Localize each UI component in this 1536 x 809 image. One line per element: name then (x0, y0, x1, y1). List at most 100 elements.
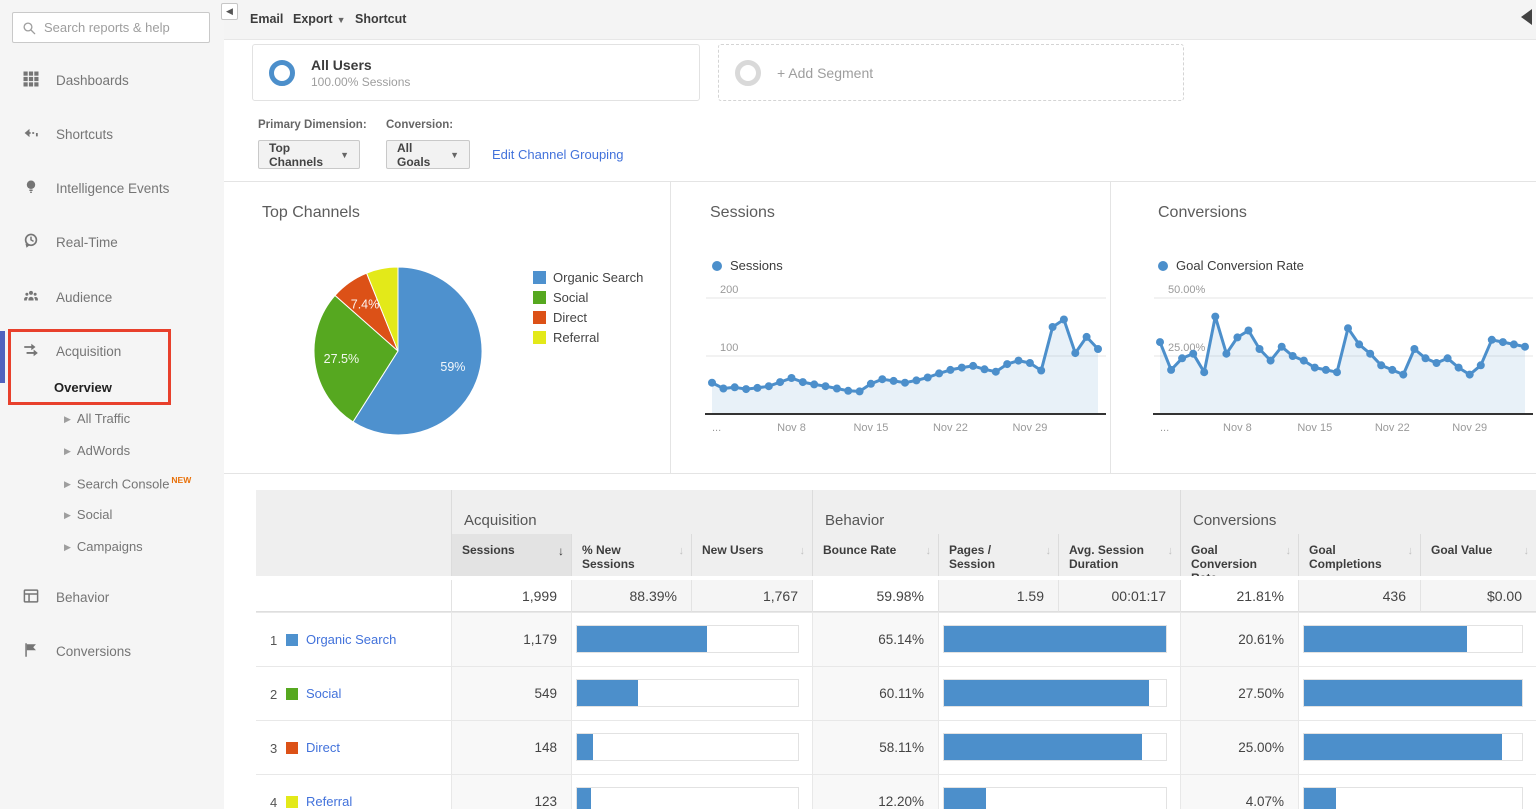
email-button[interactable]: Email (250, 12, 283, 26)
panel-collapse-arrow-icon[interactable] (1521, 9, 1532, 25)
sidebar-item-audience[interactable]: Audience (0, 283, 224, 311)
sort-inactive-icon: ↓ (1046, 544, 1052, 558)
bar-fill (944, 788, 986, 809)
sidebar-item-label: Dashboards (56, 73, 129, 88)
sidebar-subitem-campaigns[interactable]: ▶Campaigns (64, 539, 214, 557)
sidebar-item-behavior[interactable]: Behavior (0, 583, 224, 611)
table-row-label: 2 Social (256, 666, 451, 720)
column-header-sessions[interactable]: Sessions↓ (451, 534, 571, 576)
sort-inactive-icon: ↓ (1286, 544, 1292, 558)
search-box[interactable] (12, 12, 210, 43)
metric-cell: 1,179 (451, 612, 571, 666)
search-icon (21, 20, 37, 36)
sidebar-item-conversions[interactable]: Conversions (0, 637, 224, 665)
export-button[interactable]: Export▼ (293, 12, 346, 26)
column-header-avg-session-duration[interactable]: Avg. Session Duration↓ (1058, 534, 1180, 576)
bar-cell (938, 720, 1180, 774)
sort-inactive-icon: ↓ (1168, 544, 1174, 558)
svg-text:Nov 8: Nov 8 (777, 422, 806, 434)
layout-icon (22, 587, 42, 607)
row-rank: 2 (270, 687, 277, 702)
channels-data-table: AcquisitionBehaviorConversionsSessions↓%… (256, 490, 1536, 809)
analytics-app: Dashboards Shortcuts Intelligence Events Re… (0, 0, 1536, 809)
sidebar-item-acquisition[interactable]: Acquisition (0, 337, 224, 365)
edit-channel-grouping-link[interactable]: Edit Channel Grouping (492, 147, 624, 162)
search-input[interactable] (44, 20, 204, 35)
bar-cell (938, 666, 1180, 720)
expand-triangle-icon: ▶ (64, 414, 71, 424)
totals-cell: $0.00 (1420, 580, 1536, 612)
metric-cell: 148 (451, 720, 571, 774)
column-header-goal-completions[interactable]: Goal Completions↓ (1298, 534, 1420, 576)
sidebar-item-dashboards[interactable]: Dashboards (0, 66, 224, 94)
channel-link[interactable]: Direct (306, 740, 340, 755)
bar-cell (938, 612, 1180, 666)
table-row-label: 4Referral (256, 774, 451, 809)
people-icon (22, 287, 42, 307)
column-header-bounce-rate[interactable]: Bounce Rate↓ (812, 534, 938, 576)
caret-down-icon: ▼ (340, 150, 349, 160)
primary-dimension-dropdown[interactable]: Top Channels▼ (258, 140, 360, 169)
new-badge: NEW (171, 475, 191, 485)
channel-link[interactable]: Referral (306, 794, 352, 809)
svg-text:...: ... (1160, 422, 1169, 434)
expand-triangle-icon: ▶ (64, 542, 71, 552)
sidebar-item-label: Behavior (56, 590, 109, 605)
table-row-label: 1Organic Search (256, 612, 451, 666)
sidebar-subitem-all-traffic[interactable]: ▶All Traffic (64, 411, 214, 429)
column-header-pages-session[interactable]: Pages / Session↓ (938, 534, 1058, 576)
pie-legend-item: Referral (533, 327, 643, 347)
sessions-chart-title: Sessions (710, 204, 775, 222)
column-header-new-users[interactable]: New Users↓ (691, 534, 812, 576)
conversion-dropdown[interactable]: All Goals▼ (386, 140, 470, 169)
sidebar-collapse-button[interactable]: ◀ (221, 3, 238, 20)
expand-triangle-icon: ▶ (64, 510, 71, 520)
conversion-label: Conversion: (386, 119, 453, 131)
sidebar-item-real-time[interactable]: Real-Time (0, 228, 224, 256)
sidebar-item-intelligence-events[interactable]: Intelligence Events (0, 174, 224, 202)
top-channels-pie-chart: 59%27.5%7.4% (310, 263, 486, 439)
svg-text:Nov 15: Nov 15 (853, 422, 888, 434)
conversions-chart-title: Conversions (1158, 204, 1247, 222)
bar-fill (944, 680, 1149, 706)
column-header--new-sessions[interactable]: % New Sessions↓ (571, 534, 691, 576)
totals-row-label (256, 580, 451, 612)
sidebar-subitem-search-console[interactable]: ▶Search ConsoleNEW (64, 475, 214, 493)
expand-triangle-icon: ▶ (64, 479, 71, 489)
bar-track (943, 787, 1167, 809)
column-header-goal-conversion-rate[interactable]: Goal Conversion Rate↓ (1180, 534, 1298, 576)
sidebar-item-shortcuts[interactable]: Shortcuts (0, 120, 224, 148)
channel-link[interactable]: Organic Search (306, 632, 396, 647)
column-group-conversions: Conversions (1180, 490, 1536, 534)
pie-legend-item: Direct (533, 307, 643, 327)
sidebar-item-label: Conversions (56, 644, 131, 659)
metric-cell: 12.20% (812, 774, 938, 809)
bar-fill (577, 788, 591, 809)
segment-subtitle: 100.00% Sessions (311, 75, 410, 89)
bar-cell (1298, 612, 1536, 666)
svg-text:27.5%: 27.5% (324, 352, 359, 366)
sort-inactive-icon: ↓ (926, 544, 932, 558)
selected-section-indicator (0, 331, 5, 383)
sidebar-item-label: Shortcuts (56, 127, 113, 142)
bar-fill (1304, 788, 1336, 809)
bar-fill (1304, 626, 1467, 652)
svg-text:50.00%: 50.00% (1168, 284, 1206, 296)
row-rank: 3 (270, 741, 277, 756)
bar-track (576, 787, 799, 809)
column-header-goal-value[interactable]: Goal Value↓ (1420, 534, 1536, 576)
sidebar-subitem-adwords[interactable]: ▶AdWords (64, 443, 214, 461)
totals-cell: 1,999 (451, 580, 571, 612)
shortcut-button[interactable]: Shortcut (355, 12, 406, 26)
bar-fill (944, 734, 1142, 760)
bar-cell (938, 774, 1180, 809)
segment-all-users[interactable]: All Users 100.00% Sessions (252, 44, 700, 101)
caret-down-icon: ▼ (450, 150, 459, 160)
sidebar-subitem-social[interactable]: ▶Social (64, 507, 214, 525)
add-segment-button[interactable]: + Add Segment (718, 44, 1184, 101)
channel-color-swatch-icon (286, 634, 298, 646)
sidebar-item-overview[interactable]: Overview (54, 380, 174, 398)
channel-link[interactable]: Social (306, 686, 341, 701)
svg-text:7.4%: 7.4% (351, 297, 380, 311)
bar-track (943, 679, 1167, 707)
